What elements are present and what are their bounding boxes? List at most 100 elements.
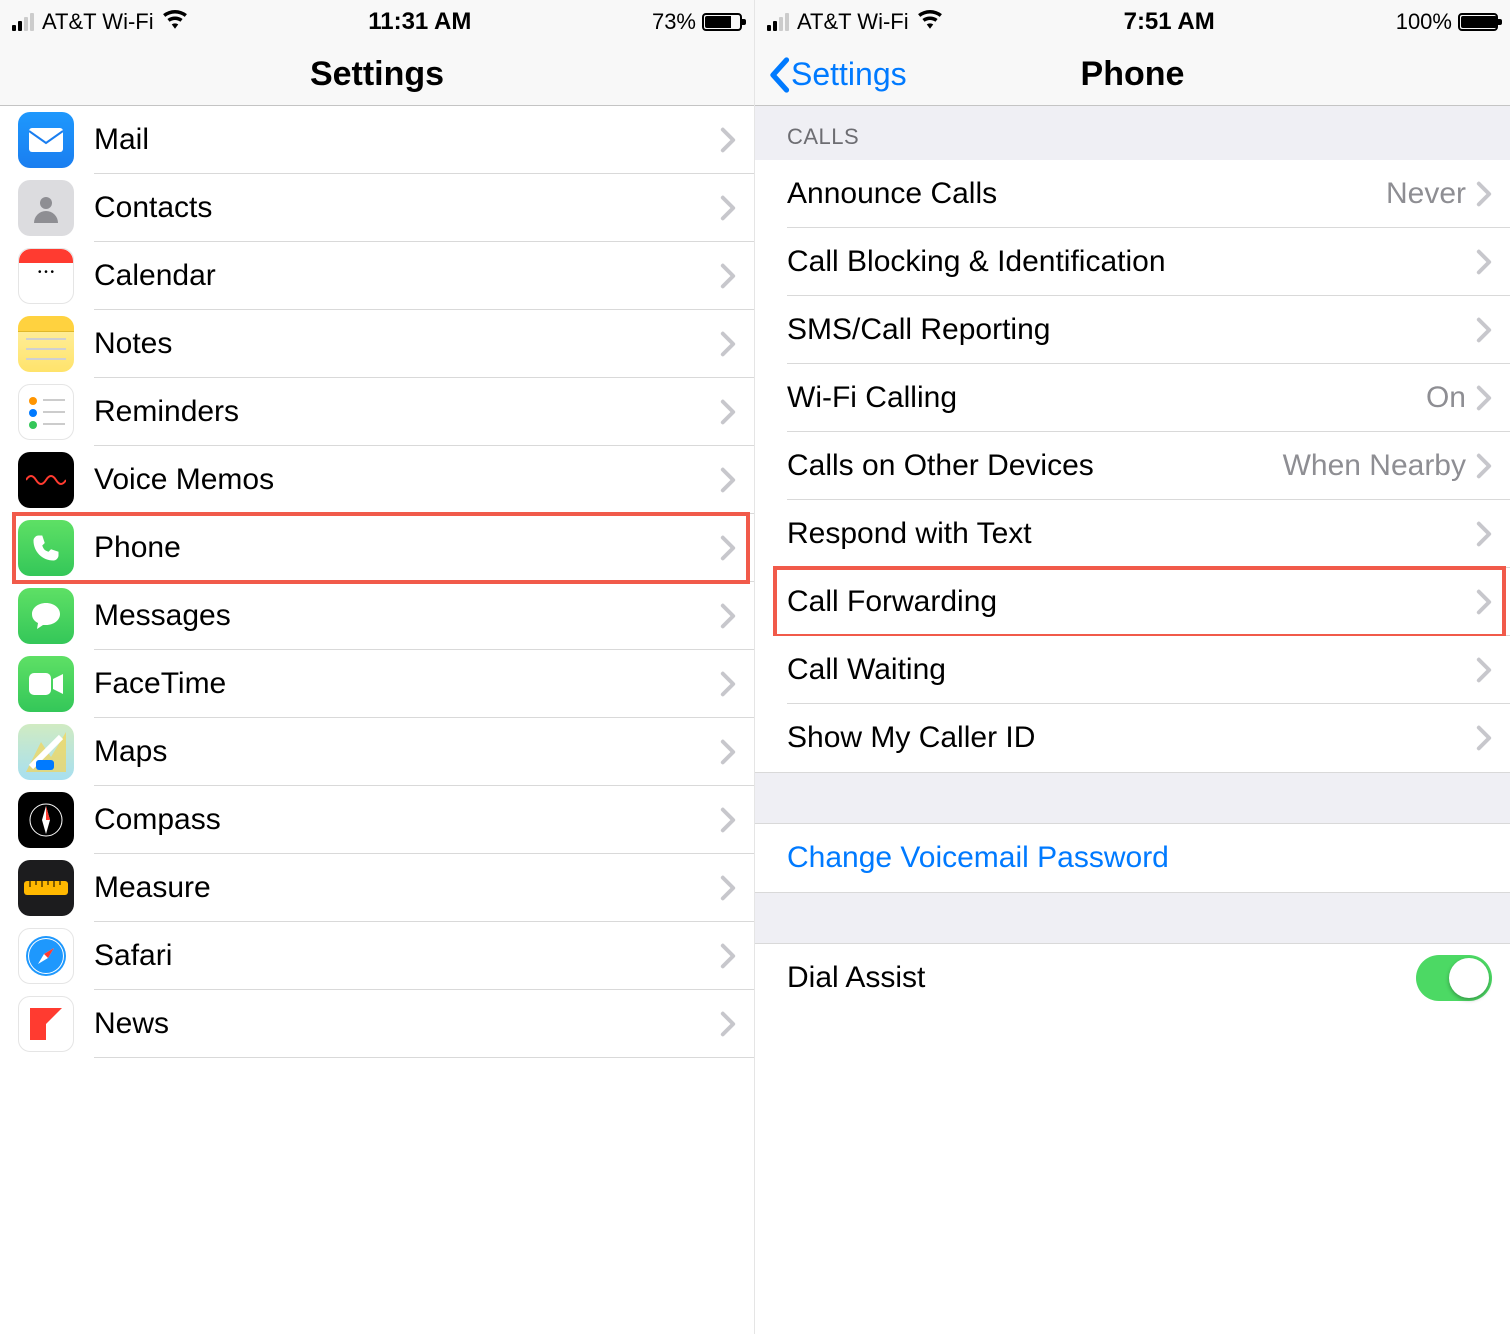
- row-label: Compass: [94, 803, 720, 837]
- wifi-icon: [917, 8, 943, 36]
- battery-percent: 73%: [652, 9, 696, 35]
- chevron-right-icon: [720, 875, 736, 901]
- settings-row-mail[interactable]: Mail: [0, 106, 754, 174]
- row-label: Call Forwarding: [787, 585, 1476, 619]
- measure-icon: [18, 860, 74, 916]
- dial-assist-switch[interactable]: [1416, 955, 1492, 1001]
- row-label: Voice Memos: [94, 463, 720, 497]
- chevron-right-icon: [1476, 521, 1492, 547]
- phone-icon: [18, 520, 74, 576]
- chevron-right-icon: [1476, 317, 1492, 343]
- safari-icon: [18, 928, 74, 984]
- status-bar: AT&T Wi-Fi 7:51 AM 100%: [755, 0, 1510, 44]
- row-label: Announce Calls: [787, 177, 1386, 211]
- facetime-icon: [18, 656, 74, 712]
- section-spacer: [755, 772, 1510, 824]
- row-label: Calls on Other Devices: [787, 449, 1283, 483]
- row-calls-other-devices[interactable]: Calls on Other DevicesWhen Nearby: [755, 432, 1510, 500]
- settings-row-reminders[interactable]: Reminders: [0, 378, 754, 446]
- page-title: Settings: [310, 55, 444, 94]
- dial-assist-row[interactable]: Dial Assist: [755, 944, 1510, 1012]
- row-label: Measure: [94, 871, 720, 905]
- settings-row-safari[interactable]: Safari: [0, 922, 754, 990]
- row-label: Reminders: [94, 395, 720, 429]
- battery-percent: 100%: [1396, 9, 1452, 35]
- row-label: Respond with Text: [787, 517, 1476, 551]
- settings-list: Mail Contacts • • •Calendar Notes Reminders V…: [0, 106, 754, 1058]
- row-label: Calendar: [94, 259, 720, 293]
- status-bar: AT&T Wi-Fi 11:31 AM 73%: [0, 0, 754, 44]
- status-time: 11:31 AM: [368, 8, 471, 36]
- chevron-right-icon: [720, 671, 736, 697]
- chevron-right-icon: [720, 535, 736, 561]
- settings-row-maps[interactable]: Maps: [0, 718, 754, 786]
- settings-row-voice-memos[interactable]: Voice Memos: [0, 446, 754, 514]
- chevron-right-icon: [1476, 181, 1492, 207]
- row-wifi-calling[interactable]: Wi-Fi CallingOn: [755, 364, 1510, 432]
- back-label: Settings: [791, 56, 907, 93]
- chevron-right-icon: [720, 399, 736, 425]
- row-label: Dial Assist: [787, 961, 1416, 995]
- settings-row-news[interactable]: News: [0, 990, 754, 1058]
- settings-row-messages[interactable]: Messages: [0, 582, 754, 650]
- row-label: SMS/Call Reporting: [787, 313, 1476, 347]
- voice-memos-icon: [18, 452, 74, 508]
- compass-icon: [18, 792, 74, 848]
- battery-icon: [702, 13, 742, 31]
- contacts-icon: [18, 180, 74, 236]
- change-voicemail-password-row[interactable]: Change Voicemail Password: [755, 824, 1510, 892]
- row-call-blocking[interactable]: Call Blocking & Identification: [755, 228, 1510, 296]
- row-value: On: [1426, 381, 1466, 415]
- settings-row-calendar[interactable]: • • •Calendar: [0, 242, 754, 310]
- chevron-right-icon: [720, 263, 736, 289]
- row-label: News: [94, 1007, 720, 1041]
- row-label: Notes: [94, 327, 720, 361]
- chevron-right-icon: [720, 127, 736, 153]
- chevron-right-icon: [720, 195, 736, 221]
- reminders-icon: [18, 384, 74, 440]
- settings-row-facetime[interactable]: FaceTime: [0, 650, 754, 718]
- row-sms-call-reporting[interactable]: SMS/Call Reporting: [755, 296, 1510, 364]
- carrier-label: AT&T Wi-Fi: [797, 9, 909, 35]
- row-show-caller-id[interactable]: Show My Caller ID: [755, 704, 1510, 772]
- row-value: Never: [1386, 177, 1466, 211]
- nav-bar: Settings Phone: [755, 44, 1510, 106]
- row-call-waiting[interactable]: Call Waiting: [755, 636, 1510, 704]
- row-label: Show My Caller ID: [787, 721, 1476, 755]
- row-respond-with-text[interactable]: Respond with Text: [755, 500, 1510, 568]
- row-label: Change Voicemail Password: [787, 841, 1492, 875]
- section-header-calls: CALLS: [755, 106, 1510, 160]
- settings-row-measure[interactable]: Measure: [0, 854, 754, 922]
- page-title: Phone: [1081, 55, 1185, 94]
- settings-screen: AT&T Wi-Fi 11:31 AM 73% Settings Mail Con…: [0, 0, 755, 1334]
- row-label: Call Blocking & Identification: [787, 245, 1476, 279]
- chevron-right-icon: [1476, 385, 1492, 411]
- wifi-icon: [162, 8, 188, 36]
- settings-row-compass[interactable]: Compass: [0, 786, 754, 854]
- chevron-right-icon: [1476, 249, 1492, 275]
- chevron-right-icon: [720, 603, 736, 629]
- phone-settings-screen: AT&T Wi-Fi 7:51 AM 100% Settings Phone C…: [755, 0, 1510, 1334]
- settings-row-notes[interactable]: Notes: [0, 310, 754, 378]
- battery-icon: [1458, 13, 1498, 31]
- settings-row-phone[interactable]: Phone: [0, 514, 754, 582]
- status-time: 7:51 AM: [1124, 8, 1215, 36]
- row-label: Phone: [94, 531, 720, 565]
- chevron-right-icon: [720, 1011, 736, 1037]
- row-label: FaceTime: [94, 667, 720, 701]
- section-spacer: [755, 892, 1510, 944]
- chevron-right-icon: [720, 739, 736, 765]
- row-call-forwarding[interactable]: Call Forwarding: [755, 568, 1510, 636]
- row-label: Safari: [94, 939, 720, 973]
- back-button[interactable]: Settings: [767, 56, 907, 93]
- chevron-right-icon: [720, 943, 736, 969]
- carrier-label: AT&T Wi-Fi: [42, 9, 154, 35]
- settings-row-contacts[interactable]: Contacts: [0, 174, 754, 242]
- messages-icon: [18, 588, 74, 644]
- chevron-right-icon: [720, 331, 736, 357]
- row-label: Messages: [94, 599, 720, 633]
- maps-icon: [18, 724, 74, 780]
- row-label: Contacts: [94, 191, 720, 225]
- row-announce-calls[interactable]: Announce CallsNever: [755, 160, 1510, 228]
- chevron-right-icon: [1476, 657, 1492, 683]
